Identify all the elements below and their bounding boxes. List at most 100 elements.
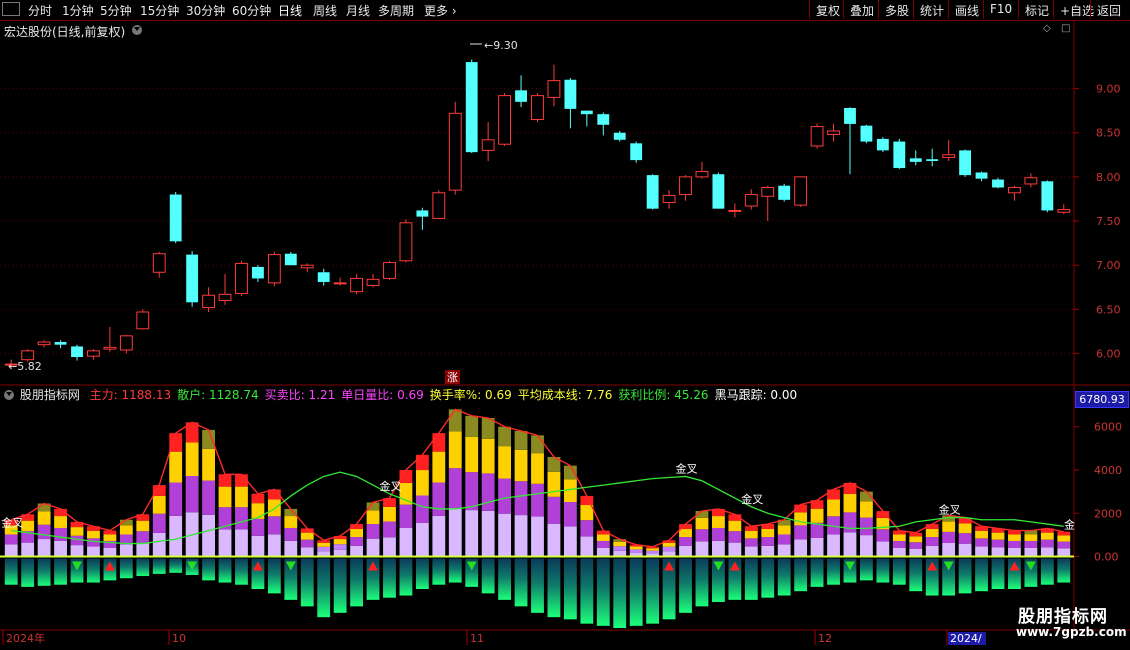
candle-body xyxy=(4,363,18,366)
close-icon[interactable]: □ xyxy=(1061,23,1071,34)
candle-body xyxy=(942,154,956,158)
positive-bar-segment xyxy=(843,493,857,513)
golden-cross-label: 金叉 xyxy=(676,461,698,475)
positive-bar-segment xyxy=(152,513,166,533)
positive-bar-segment xyxy=(152,495,166,514)
positive-bar-segment xyxy=(876,529,890,542)
positive-bar-segment xyxy=(399,469,413,483)
positive-bar-segment xyxy=(563,465,577,480)
candle-body xyxy=(630,143,643,161)
positive-bar-segment xyxy=(202,448,215,481)
positive-bar-segment xyxy=(103,534,117,541)
negative-bar xyxy=(1057,558,1071,583)
positive-bar-segment xyxy=(531,453,544,484)
positive-bar-segment xyxy=(350,528,364,538)
positive-bar-segment xyxy=(728,531,742,543)
positive-bar-segment xyxy=(744,526,758,531)
period-tab-9[interactable]: 多周期 xyxy=(378,2,414,19)
positive-bar-segment xyxy=(4,519,18,526)
candle-body xyxy=(284,253,297,266)
candle-body xyxy=(350,277,364,293)
candle-body xyxy=(1024,177,1038,185)
positive-bar-segment xyxy=(432,451,446,483)
period-tab-10[interactable]: 更多 › xyxy=(424,2,457,19)
period-tab-2[interactable]: 5分钟 xyxy=(100,2,132,19)
period-tab-1[interactable]: 1分钟 xyxy=(62,2,94,19)
candle-body xyxy=(844,108,856,124)
positive-bar-segment xyxy=(909,542,923,549)
candle-body xyxy=(432,192,446,219)
negative-bar xyxy=(679,558,692,613)
positive-bar-segment xyxy=(21,531,35,543)
positive-bar-segment xyxy=(662,546,676,552)
positive-bar-segment xyxy=(87,530,100,539)
candle-body xyxy=(54,342,67,345)
positive-bar-segment xyxy=(300,532,314,540)
positive-bar-segment xyxy=(465,510,479,557)
date-axis-label: 12 xyxy=(818,632,832,645)
positive-bar-segment xyxy=(350,545,364,557)
positive-bar-segment xyxy=(169,515,183,557)
negative-bar xyxy=(942,558,956,596)
down-arrow-icon xyxy=(285,561,296,571)
negative-bar xyxy=(958,558,972,594)
positive-bar-segment xyxy=(481,473,495,511)
candle-body xyxy=(761,186,775,197)
negative-bar xyxy=(284,558,298,600)
positive-bar-segment xyxy=(399,527,413,557)
toolbar-button-6[interactable]: 标记 xyxy=(1018,0,1053,19)
toolbar-button-7[interactable]: +自选 xyxy=(1053,0,1094,19)
period-tab-3[interactable]: 15分钟 xyxy=(140,2,179,19)
ind-axis-label: 0.00 xyxy=(1094,551,1119,564)
positive-bar-segment xyxy=(975,538,988,547)
negative-bar xyxy=(498,558,512,600)
dropdown-icon[interactable] xyxy=(132,25,142,35)
toolbar-button-4[interactable]: 画线 xyxy=(948,0,983,19)
period-tab-7[interactable]: 周线 xyxy=(313,2,337,19)
toolbar-button-2[interactable]: 多股 xyxy=(878,0,913,19)
positive-bar-segment xyxy=(547,456,561,472)
positive-bar-segment xyxy=(498,478,512,514)
candle-body xyxy=(366,278,380,287)
toolbar-button-8[interactable]: 返回 xyxy=(1090,0,1130,19)
period-tab-8[interactable]: 月线 xyxy=(346,2,370,19)
positive-bar-segment xyxy=(942,542,956,557)
toolbar-button-3[interactable]: 统计 xyxy=(913,0,948,19)
positive-bar-segment xyxy=(1024,530,1038,535)
positive-bar-segment xyxy=(892,547,906,557)
positive-bar-segment xyxy=(54,508,67,517)
positive-bar-segment xyxy=(777,534,791,545)
ind-axis-label: 2000 xyxy=(1094,507,1122,520)
toolbar-button-5[interactable]: F10 xyxy=(983,0,1018,19)
indicator-menu-icon[interactable] xyxy=(4,390,14,400)
positive-bar-segment xyxy=(827,516,840,535)
positive-bar-segment xyxy=(300,547,314,557)
period-tab-5[interactable]: 60分钟 xyxy=(232,2,271,19)
price-chart: 9.00 8.50 8.00 7.50 7.00 6.50 6.00 6000 4000 200… xyxy=(0,20,1130,645)
positive-bar-segment xyxy=(350,537,364,546)
positive-bar-segment xyxy=(432,433,446,452)
negative-bar xyxy=(991,558,1005,590)
period-tab-4[interactable]: 30分钟 xyxy=(186,2,225,19)
negative-bar xyxy=(777,558,791,596)
positive-bar-segment xyxy=(235,486,248,508)
edge-cross-label: 金 xyxy=(1064,517,1075,531)
toolbar-menu-icon[interactable] xyxy=(2,2,20,16)
candle-body xyxy=(712,174,725,209)
negative-bar xyxy=(1008,558,1021,590)
symbol-title: 宏达股份(日线,前复权) xyxy=(4,25,126,39)
period-tab-6[interactable]: 日线 xyxy=(278,2,302,19)
positive-bar-segment xyxy=(202,429,215,449)
positive-bar-segment xyxy=(21,542,35,557)
period-tab-0[interactable]: 分时 xyxy=(28,2,52,19)
positive-bar-segment xyxy=(596,530,610,535)
toolbar-button-0[interactable]: 复权 xyxy=(809,0,843,19)
golden-cross-label: 金叉 xyxy=(741,492,763,506)
toolbar-button-1[interactable]: 叠加 xyxy=(843,0,878,19)
positive-bar-segment xyxy=(580,520,594,537)
indicator-field-0: 主力: 1188.13 xyxy=(89,388,172,402)
diamond-icon[interactable]: ◇ xyxy=(1043,23,1053,34)
candle-body xyxy=(300,264,314,269)
positive-bar-segment xyxy=(366,510,380,525)
positive-bar-segment xyxy=(267,499,281,517)
